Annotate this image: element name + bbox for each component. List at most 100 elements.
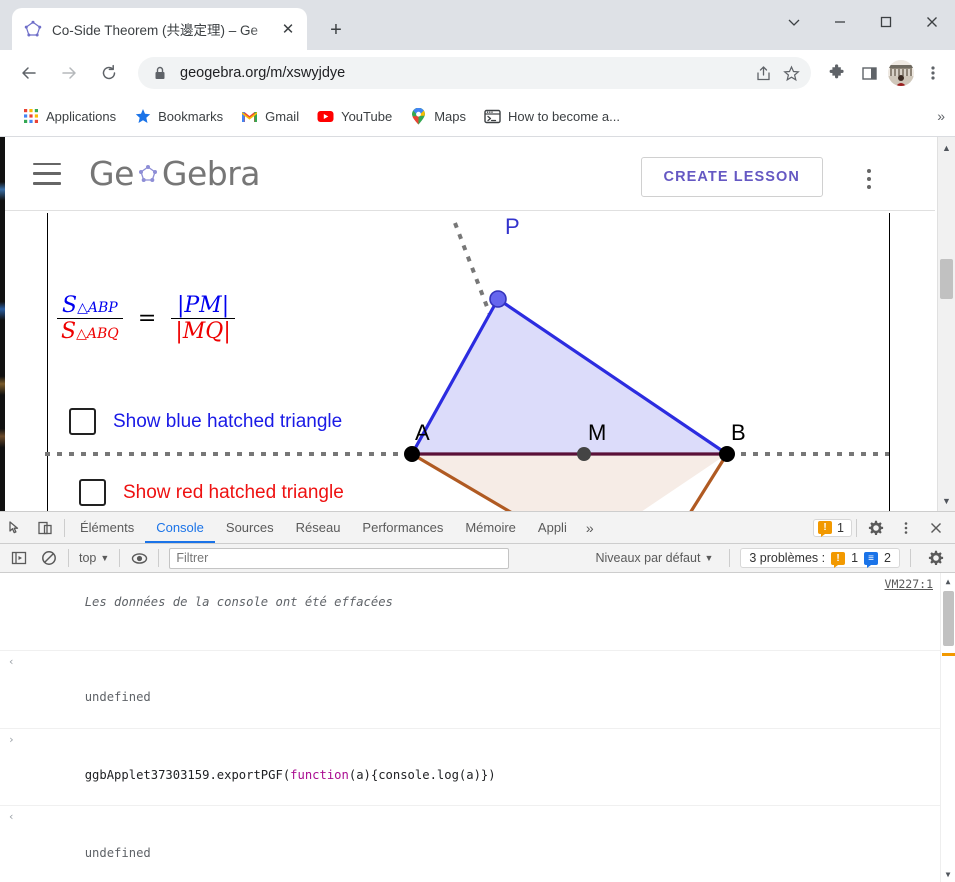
bookmark-applications[interactable]: Applications (14, 103, 124, 129)
share-icon[interactable] (749, 59, 777, 87)
terminal-icon (484, 108, 501, 125)
log-levels-selector[interactable]: Niveaux par défaut ▼ (590, 551, 720, 565)
devtools-close-icon[interactable] (921, 514, 951, 542)
checkbox-show-blue-hatched-triangle[interactable]: Show blue hatched triangle (69, 408, 342, 435)
result-arrow-icon: ‹ (8, 809, 15, 825)
browser-window: Co-Side Theorem (共邊定理) – Ge ✕ + (0, 0, 955, 882)
geogebra-more-menu-icon[interactable] (857, 167, 881, 191)
apps-grid-icon (22, 108, 39, 125)
lock-icon (152, 65, 168, 81)
back-button[interactable] (12, 56, 46, 90)
url-text: geogebra.org/m/xswyjdye (180, 65, 749, 81)
red-triangle-fill (412, 454, 727, 511)
numerator-left: S△ABP (57, 293, 123, 318)
pq-dotted-line (455, 223, 565, 511)
bookmark-bookmarks[interactable]: Bookmarks (126, 103, 231, 129)
issues-summary-button[interactable]: 3 problèmes : ! 1 ≡ 2 (740, 548, 900, 568)
tab-memory[interactable]: Mémoire (454, 512, 527, 543)
page-scrollbar[interactable]: ▲ ▼ (937, 137, 955, 511)
segment-AQ (412, 454, 580, 511)
console-filter-input[interactable] (169, 548, 509, 569)
devtools-more-menu-icon[interactable] (891, 514, 921, 542)
bookmark-star-icon[interactable] (777, 59, 805, 87)
geogebra-applet[interactable]: S△ABP S△ABQ = |PM| |MQ| Show blue hatche… (5, 213, 935, 511)
scroll-down-arrow[interactable]: ▼ (938, 492, 955, 509)
source-link[interactable]: VM227:1 (885, 576, 933, 593)
point-label-B: B (731, 420, 746, 446)
live-expression-eye-icon[interactable] (124, 544, 154, 572)
result-text: undefined (85, 846, 151, 860)
tab-elements[interactable]: Éléments (69, 512, 145, 543)
extensions-puzzle-icon[interactable] (821, 57, 853, 89)
checkbox-label: Show blue hatched triangle (113, 411, 342, 433)
hamburger-menu-icon[interactable] (33, 163, 61, 185)
new-tab-button[interactable]: + (322, 16, 350, 44)
tab-title: Co-Side Theorem (共邊定理) – Ge (52, 19, 277, 39)
toolbar-separator (64, 519, 65, 537)
cleared-text: Les données de la console ont été effacé… (85, 595, 393, 609)
point-A (404, 446, 420, 462)
tab-search-button[interactable] (771, 0, 817, 44)
console-filter-right: Niveaux par défaut ▼ 3 problèmes : ! 1 ≡… (590, 544, 952, 572)
scroll-up-arrow[interactable]: ▲ (938, 139, 955, 156)
reload-button[interactable] (92, 56, 126, 90)
tab-network[interactable]: Réseau (285, 512, 352, 543)
tab-sources[interactable]: Sources (215, 512, 285, 543)
tab-application[interactable]: Appli (527, 512, 578, 543)
point-label-P: P (505, 214, 520, 240)
forward-button[interactable] (52, 56, 86, 90)
scroll-thumb[interactable] (943, 591, 954, 646)
bookmark-maps[interactable]: Maps (402, 103, 474, 129)
console-output[interactable]: Les données de la console ont été effacé… (0, 573, 955, 882)
area-ratio-formula: S△ABP S△ABQ = |PM| |MQ| (57, 293, 235, 344)
minimize-button[interactable] (817, 0, 863, 44)
clear-console-icon[interactable] (34, 544, 64, 572)
bookmark-gmail[interactable]: Gmail (233, 103, 307, 129)
bookmark-label: Gmail (265, 109, 299, 124)
scroll-up-arrow[interactable]: ▲ (941, 574, 955, 588)
bookmark-youtube[interactable]: YouTube (309, 103, 400, 129)
console-scrollbar[interactable]: ▲ ▼ (940, 573, 955, 882)
info-icon: ≡ (864, 552, 878, 565)
device-toolbar-icon[interactable] (30, 514, 60, 542)
tab-console[interactable]: Console (145, 512, 215, 543)
warning-count: 1 (837, 521, 844, 535)
problems-label: 3 problèmes : (749, 551, 825, 565)
side-panel-icon[interactable] (853, 57, 885, 89)
create-lesson-button[interactable]: CREATE LESSON (641, 157, 824, 197)
denominator-left: S△ABQ (57, 318, 123, 344)
left-fraction: S△ABP S△ABQ (57, 293, 123, 344)
segment-PB (498, 299, 727, 454)
scroll-thumb[interactable] (940, 259, 953, 299)
bookmarks-overflow-button[interactable]: » (937, 108, 945, 124)
checkbox-show-red-hatched-triangle[interactable]: Show red hatched triangle (79, 479, 344, 506)
browser-tab[interactable]: Co-Side Theorem (共邊定理) – Ge ✕ (12, 8, 307, 50)
logo-text-right: Gebra (162, 154, 260, 193)
checkbox-box[interactable] (69, 408, 96, 435)
chevron-down-icon: ▼ (704, 553, 713, 563)
profile-avatar[interactable] (885, 57, 917, 89)
bookmark-how-to-become[interactable]: How to become a... (476, 103, 628, 129)
execution-context-selector[interactable]: top ▼ (73, 551, 115, 565)
close-window-button[interactable] (909, 0, 955, 44)
devtools-tab-actions: ! 1 (813, 514, 951, 542)
tab-close-button[interactable]: ✕ (277, 18, 299, 40)
console-sidebar-icon[interactable] (4, 544, 34, 572)
warning-count-badge[interactable]: ! 1 (813, 519, 852, 537)
chrome-menu-icon[interactable] (917, 57, 949, 89)
gear-icon[interactable] (861, 514, 891, 542)
tabs-overflow-button[interactable]: » (578, 520, 602, 536)
checkbox-box[interactable] (79, 479, 106, 506)
context-label: top (79, 551, 96, 565)
scroll-down-arrow[interactable]: ▼ (941, 867, 955, 881)
tab-performance[interactable]: Performances (351, 512, 454, 543)
maximize-button[interactable] (863, 0, 909, 44)
console-settings-gear-icon[interactable] (921, 544, 951, 572)
address-bar[interactable]: geogebra.org/m/xswyjdye (138, 57, 811, 89)
inspect-element-icon[interactable] (0, 514, 30, 542)
problems-info-count: 2 (884, 551, 891, 565)
console-filter-bar: top ▼ Niveaux par défaut ▼ 3 problèmes :… (0, 544, 955, 573)
console-result-row: ‹ undefined (0, 806, 955, 882)
title-bar: Co-Side Theorem (共邊定理) – Ge ✕ + (0, 0, 955, 50)
point-B (719, 446, 735, 462)
